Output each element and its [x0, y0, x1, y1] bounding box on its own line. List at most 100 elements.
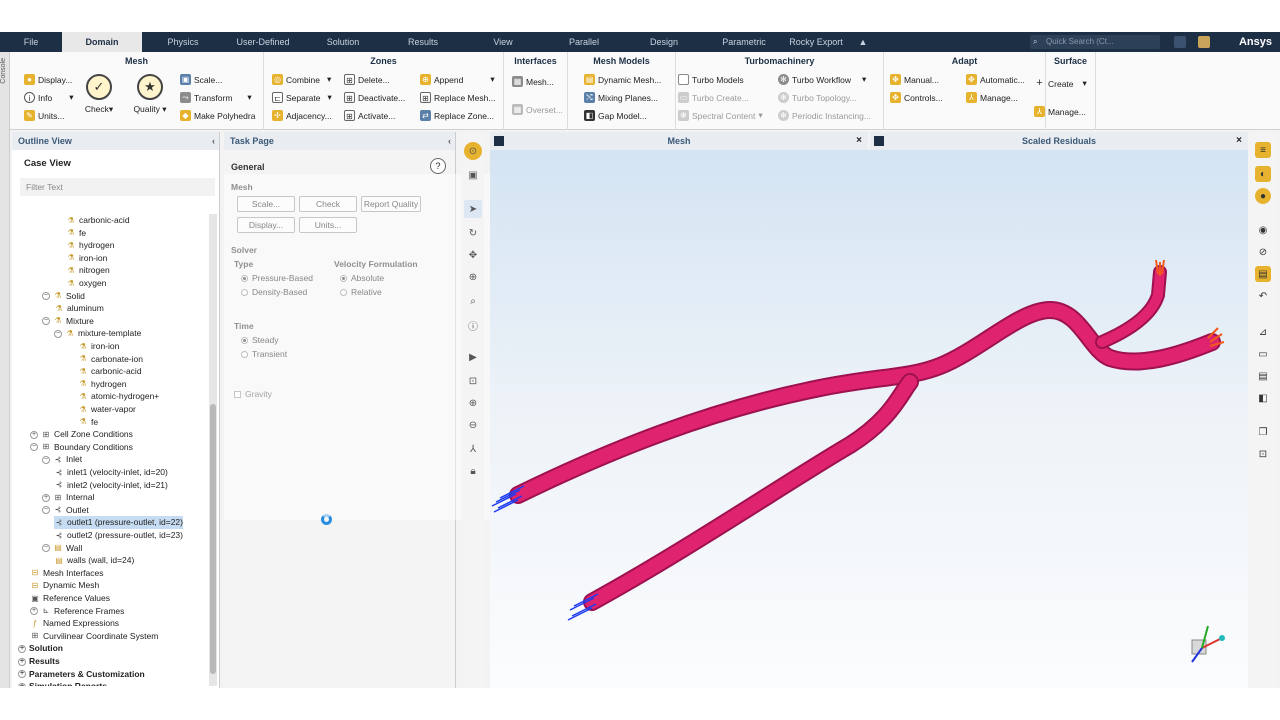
help-button[interactable]: ?: [430, 158, 446, 174]
collapse-icon[interactable]: −: [42, 544, 50, 553]
collapse-icon[interactable]: −: [30, 443, 38, 452]
tree-node[interactable]: ⚗︎ fe: [66, 227, 86, 240]
select-icon[interactable]: ▶: [464, 348, 482, 366]
copy-icon[interactable]: ❐: [1255, 424, 1271, 440]
tab-parametric[interactable]: Parametric: [704, 32, 784, 52]
minus-icon[interactable]: ▭: [1255, 346, 1271, 362]
light-icon[interactable]: ●: [1255, 188, 1271, 204]
pressure-based-radio[interactable]: Pressure-Based: [241, 273, 313, 283]
tree-node[interactable]: − ⚗︎ Mixture: [42, 315, 94, 328]
tree-node[interactable]: ⊟ Dynamic Mesh: [30, 579, 100, 592]
rotate-icon[interactable]: ↻: [464, 224, 482, 242]
tab-solution[interactable]: Solution: [302, 32, 384, 52]
relative-radio[interactable]: Relative: [340, 287, 382, 297]
deactivate-zone-button[interactable]: ⊞ Deactivate...: [344, 92, 405, 103]
probe-icon[interactable]: ⓘ: [464, 316, 482, 334]
make-polyhedra-button[interactable]: ◆ Make Polyhedra: [180, 110, 255, 121]
absolute-radio[interactable]: Absolute: [340, 273, 384, 283]
color-icon[interactable]: ◐: [1255, 166, 1271, 182]
surface-manage-button[interactable]: ⅄ Manage...: [1034, 106, 1086, 117]
axes-icon[interactable]: ⅄: [464, 440, 482, 458]
report-quality-button[interactable]: Report Quality: [361, 196, 421, 212]
tree-section[interactable]: + Results: [18, 655, 60, 668]
steady-radio[interactable]: Steady: [241, 335, 278, 345]
collapse-task-button[interactable]: ‹: [448, 132, 451, 150]
tree-node[interactable]: − ⚗︎ mixture-template: [54, 327, 141, 340]
tree-node[interactable]: ▤ walls (wall, id=24): [54, 554, 134, 567]
mesh-units-button[interactable]: ✎ Units...: [24, 110, 64, 121]
tab-physics[interactable]: Physics: [142, 32, 224, 52]
adjacency-button[interactable]: ✢ Adjacency...: [272, 110, 332, 121]
check-button[interactable]: Check: [299, 196, 357, 212]
separate-button[interactable]: ⊏ Separate ▾: [272, 92, 332, 103]
mesh-check-button[interactable]: ✓ Check▾: [82, 74, 116, 115]
tab-parallel[interactable]: Parallel: [544, 32, 624, 52]
collapse-panel-button[interactable]: ‹: [212, 132, 215, 150]
expand-icon[interactable]: +: [42, 493, 50, 502]
turbo-workflow-button[interactable]: ✻ Turbo Workflow ▾: [778, 74, 866, 85]
gravity-checkbox[interactable]: Gravity: [234, 389, 272, 399]
expand-icon[interactable]: +: [18, 644, 26, 653]
tree-node[interactable]: ⚗︎ carbonic-acid: [78, 365, 141, 378]
periodic-instancing-button[interactable]: ✻ Periodic Instancing...: [778, 110, 871, 121]
surface-create-button[interactable]: + Create ▾: [1034, 78, 1087, 89]
save-picture-icon[interactable]: ▤: [1255, 266, 1271, 282]
replace-zone-button[interactable]: ⇄ Replace Zone...: [420, 110, 494, 121]
collapse-icon[interactable]: −: [42, 292, 50, 301]
mixing-planes-button[interactable]: ⤭ Mixing Planes...: [584, 92, 658, 103]
interface-mesh-button[interactable]: ▦ Mesh...: [512, 76, 554, 87]
ribbon-collapse-button[interactable]: ▲: [848, 32, 878, 52]
tree-node[interactable]: ⊰ outlet2 (pressure-outlet, id=23): [54, 529, 183, 542]
tree-node[interactable]: ⚗︎ carbonate-ion: [78, 353, 143, 366]
overset-button[interactable]: ▦ Overset...: [512, 104, 563, 115]
adapt-controls-button[interactable]: ✥ Controls...: [890, 92, 943, 103]
eye-hide-icon[interactable]: ⊘: [1255, 244, 1271, 260]
tab-domain[interactable]: Domain: [62, 32, 142, 52]
tree-node[interactable]: − ▤ Wall: [42, 542, 82, 555]
close-residuals-button[interactable]: ×: [1236, 132, 1242, 150]
collapse-icon[interactable]: −: [42, 455, 50, 464]
layout-icon[interactable]: ▣: [464, 166, 482, 184]
document-icon[interactable]: ▤: [1255, 368, 1271, 384]
zoom-box-icon[interactable]: ⌕: [464, 292, 482, 310]
turbo-models-checkbox[interactable]: Turbo Models: [678, 74, 744, 85]
tree-node[interactable]: ⊞ Curvilinear Coordinate System: [30, 630, 159, 643]
delete-zone-button[interactable]: ⊞ Delete...: [344, 74, 390, 85]
filter-text-input[interactable]: Filter Text: [20, 178, 215, 196]
collapse-icon[interactable]: −: [54, 329, 62, 338]
help-icon[interactable]: [1174, 36, 1186, 48]
density-based-radio[interactable]: Density-Based: [241, 287, 307, 297]
tree-node[interactable]: ⚗︎ iron-ion: [66, 252, 107, 265]
tree-node[interactable]: ⊰ inlet2 (velocity-inlet, id=21): [54, 479, 168, 492]
scale-button[interactable]: Scale...: [237, 196, 295, 212]
tree-section[interactable]: +Simulation Reports: [18, 680, 107, 686]
tree-node[interactable]: − ⊞ Boundary Conditions: [30, 441, 133, 454]
tab-view[interactable]: View: [462, 32, 544, 52]
collapse-icon[interactable]: −: [42, 506, 50, 515]
tree-node[interactable]: ⊰ outlet1 (pressure-outlet, id=22): [54, 516, 183, 530]
adapt-manual-button[interactable]: ✥ Manual...: [890, 74, 939, 85]
tree-node[interactable]: ⚗︎ hydrogen: [78, 378, 126, 391]
folder-icon[interactable]: [1198, 36, 1210, 48]
mesh-transform-button[interactable]: ⤳ Transform ▾: [180, 92, 252, 103]
adapt-manage-button[interactable]: ⅄ Manage...: [966, 92, 1018, 103]
tab-results[interactable]: Results: [384, 32, 462, 52]
tree-node[interactable]: ⚗︎ oxygen: [66, 277, 106, 290]
stack-icon[interactable]: ≡: [1255, 142, 1271, 158]
zoom-in-out-icon[interactable]: ⊕: [464, 268, 482, 286]
tree-node[interactable]: ⊟ Mesh Interfaces: [30, 567, 104, 580]
turbo-create-button[interactable]: ▭ Turbo Create...: [678, 92, 749, 103]
expand-icon[interactable]: +: [18, 682, 26, 686]
zoom-in-icon[interactable]: ⊕: [464, 394, 482, 412]
gap-model-button[interactable]: ◧ Gap Model...: [584, 110, 647, 121]
tree-node[interactable]: + ⊞ Internal: [42, 491, 94, 504]
tab-file[interactable]: File: [0, 32, 62, 52]
tree-node[interactable]: + ⊞ Cell Zone Conditions: [30, 428, 133, 441]
console-strip[interactable]: Console: [0, 52, 10, 688]
tree-node[interactable]: − ⊰ Outlet: [42, 504, 89, 517]
tree-section[interactable]: + Parameters & Customization: [18, 668, 145, 681]
turbo-topology-button[interactable]: ✻ Turbo Topology...: [778, 92, 857, 103]
tab-rocky-export[interactable]: Rocky Export: [784, 32, 848, 52]
close-mesh-button[interactable]: ×: [856, 132, 862, 150]
legend-icon[interactable]: ◧: [1255, 390, 1271, 406]
